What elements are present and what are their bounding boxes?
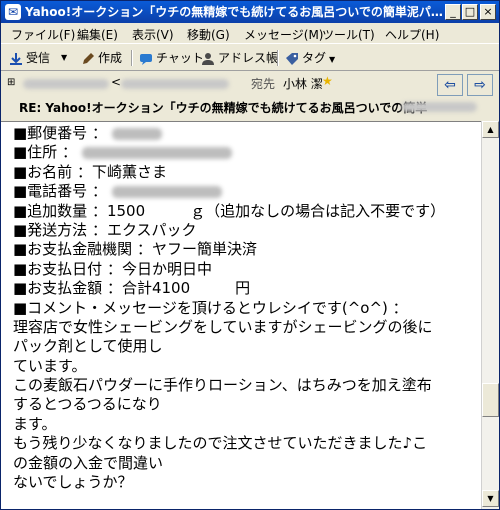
tag-icon (286, 52, 298, 65)
menu-go[interactable]: 移動(G) (187, 26, 230, 43)
body-line: の金額の入金で間違い (13, 453, 164, 472)
body-line: ■追加数量 ：1500 ｇ（追加なしの場合は記入不要です） (13, 201, 446, 220)
recipient-name[interactable]: 小林 潔 (283, 75, 323, 92)
pencil-icon (83, 52, 94, 64)
scroll-down-button[interactable]: ▼ (482, 490, 499, 507)
tag-button[interactable]: タグ ▼ (285, 49, 335, 67)
toolbar-separator (131, 50, 133, 66)
compose-label: 作成 (98, 51, 123, 65)
expand-header-icon[interactable]: ⊞ (7, 77, 15, 88)
message-body[interactable]: ■郵便番号 ： ■住所 ： ■お名前 ：下崎薫さま ■電話番号 ： ■追加数量 … (1, 121, 481, 509)
minimize-button[interactable]: _ (445, 4, 461, 20)
menu-tools[interactable]: ツール(T) (322, 26, 375, 43)
app-icon: ✉ (5, 4, 21, 20)
menu-help[interactable]: ヘルプ(H) (385, 26, 439, 43)
sender-bracket: < (111, 75, 122, 89)
tag-label: タグ (302, 51, 327, 65)
mail-window: ✉ Yahoo!オークション「ウチの無精嫁でも続けてるお風呂ついでの簡単泥パック… (0, 0, 500, 510)
address-book-button[interactable]: アドレス帳 (201, 49, 278, 67)
receive-button[interactable]: 受信 (9, 49, 50, 67)
body-line: ■お支払金融機関 ：ヤフー簡単決済 (13, 240, 257, 259)
message-text: ■郵便番号 ： ■住所 ： ■お名前 ：下崎薫さま ■電話番号 ： ■追加数量 … (13, 124, 479, 492)
menu-edit[interactable]: 編集(E) (77, 26, 118, 43)
message-header: ⊞ < 宛先 小林 潔 ★ ⇦ ⇨ RE: Yahoo!オークション「ウチの無精… (1, 71, 499, 121)
toolbar-separator (277, 50, 279, 66)
window-title: Yahoo!オークション「ウチの無精嫁でも続けてるお風呂ついでの簡単泥パック素… (25, 5, 445, 19)
maximize-button[interactable]: □ (462, 4, 478, 20)
toolbar: 受信 ▼ 作成 チャット アドレス帳 タグ ▼ (1, 43, 499, 71)
header-row: ⊞ < 宛先 小林 潔 ★ ⇦ ⇨ (1, 71, 499, 96)
contact-icon (202, 52, 214, 65)
next-message-button[interactable]: ⇨ (467, 74, 493, 96)
scroll-thumb[interactable] (482, 383, 499, 417)
body-line: するとつるつるになり (13, 395, 162, 414)
chat-icon (140, 53, 152, 65)
receive-icon (10, 52, 22, 65)
body-line: ます。 (13, 414, 57, 433)
to-label: 宛先 (251, 77, 276, 91)
body-line: ■電話番号 ： (13, 182, 479, 201)
body-line: ■発送方法 ：エクスパック (13, 220, 197, 239)
receive-dropdown[interactable]: ▼ (61, 49, 67, 67)
body-line: ■郵便番号 ： (13, 124, 479, 143)
close-button[interactable]: × (480, 4, 496, 20)
chat-button[interactable]: チャット (139, 49, 204, 67)
body-line: ないでしょうか？ (13, 473, 133, 492)
message-subject: RE: Yahoo!オークション「ウチの無精嫁でも続けてるお風呂ついでの簡単 (19, 101, 428, 115)
previous-message-button[interactable]: ⇦ (437, 74, 463, 96)
body-line: ■コメント・メッセージを頂けるとウレシイです(^o^) ： (13, 298, 408, 317)
menu-message[interactable]: メッセージ(M) (244, 26, 323, 43)
vertical-scrollbar[interactable]: ▲ ▼ (481, 121, 499, 509)
sender-email-redacted (121, 79, 229, 89)
compose-button[interactable]: 作成 (81, 49, 122, 67)
body-line: もう残り少なくなりましたので注文させていただきました♪こ (13, 434, 428, 453)
menu-view[interactable]: 表示(V) (132, 26, 174, 43)
menu-file[interactable]: ファイル(F) (11, 26, 75, 43)
menu-bar: ファイル(F) 編集(E) 表示(V) 移動(G) メッセージ(M) ツール(T… (1, 23, 499, 43)
subject-tail-redacted (401, 102, 477, 112)
scroll-up-button[interactable]: ▲ (482, 121, 499, 138)
body-line: この麦飯石パウダーに手作りローション、はちみつを加え塗布 (13, 376, 432, 395)
body-line: ■お名前 ：下崎薫さま (13, 162, 167, 181)
tag-dropdown-icon[interactable]: ▼ (329, 55, 335, 64)
body-line: 理容店で女性シェービングをしていますがシェービングの後に (13, 317, 433, 336)
body-line: ■住所 ： (13, 143, 479, 162)
sender-name-redacted (23, 79, 109, 89)
body-line: ■お支払金額 ：合計4100 円 (13, 279, 251, 298)
address-book-label: アドレス帳 (218, 51, 279, 65)
chat-label: チャット (156, 51, 204, 65)
title-bar[interactable]: ✉ Yahoo!オークション「ウチの無精嫁でも続けてるお風呂ついでの簡単泥パック… (1, 1, 499, 23)
receive-label: 受信 (26, 51, 51, 65)
star-icon: ★ (322, 74, 333, 88)
body-line: ています。 (13, 356, 87, 375)
body-line: ■お支払日付 ：今日か明日中 (13, 259, 212, 278)
body-line: パック剤として使用し (13, 337, 163, 356)
